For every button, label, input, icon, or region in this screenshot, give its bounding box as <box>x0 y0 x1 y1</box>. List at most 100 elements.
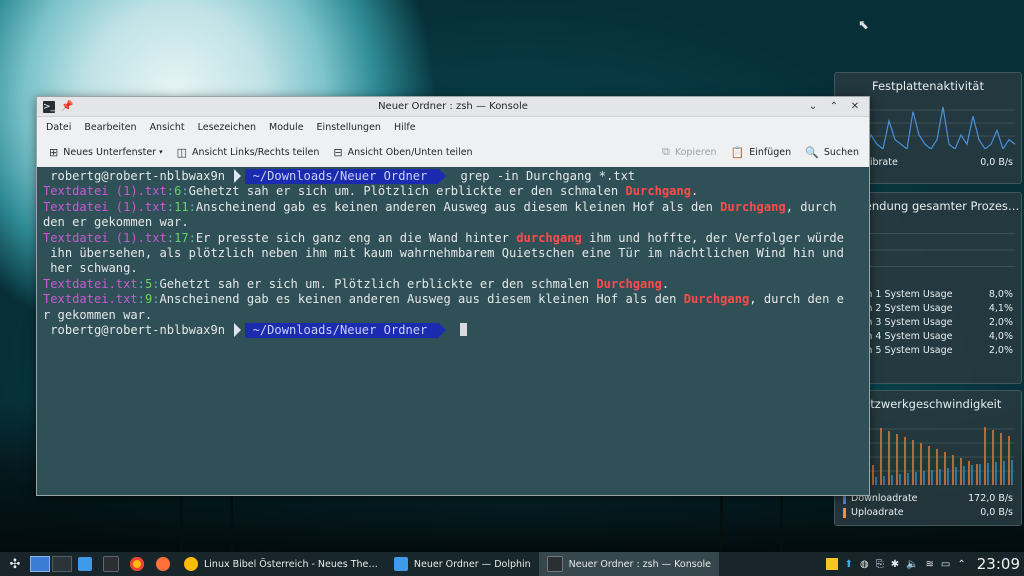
grep-result-wrap: den er gekommen war. <box>43 215 865 230</box>
search-button[interactable]: 🔍 Suchen <box>805 146 859 159</box>
result-match: Durchgang <box>683 292 750 307</box>
task-label: Neuer Ordner — Dolphin <box>413 558 531 570</box>
task-label: Linux Bibel Österreich - Neues The… <box>204 558 378 570</box>
prompt-line: robertg@robert-nblbwax9n ~/Downloads/Neu… <box>43 169 865 185</box>
result-text: ihn übersehen, als plötzlich neben ihm m… <box>43 245 844 260</box>
prompt-user: robertg@robert-nblbwax9n <box>43 322 233 337</box>
result-line-number: 17 <box>174 230 189 245</box>
pin-icon[interactable]: 📌 <box>61 101 73 112</box>
split-vertical-icon: ◫ <box>176 145 188 159</box>
terminal-output[interactable]: robertg@robert-nblbwax9n ~/Downloads/Neu… <box>37 167 869 495</box>
new-tab-icon: ⊞ <box>49 145 59 159</box>
copy-icon: ⧉ <box>661 145 670 158</box>
folder-icon <box>393 557 408 571</box>
separator: : <box>166 199 175 214</box>
task-chrome[interactable]: Linux Bibel Österreich - Neues The… <box>176 552 386 576</box>
separator: : <box>152 276 160 291</box>
new-tab-label: Neues Unterfenster <box>63 146 157 158</box>
network-rate-row: Uploadrate 0,0 B/s <box>835 505 1021 519</box>
cpu-core-value: 8,0% <box>988 289 1013 300</box>
volume-icon[interactable]: 🔈 <box>906 559 918 570</box>
prompt-line: robertg@robert-nblbwax9n ~/Downloads/Neu… <box>43 322 865 339</box>
menu-einstellungen[interactable]: Einstellungen <box>317 122 381 133</box>
wifi-icon[interactable]: ≋ <box>926 559 934 570</box>
result-match: durchgang <box>516 230 582 245</box>
konsole-app-icon[interactable]: >_ <box>43 100 55 113</box>
prompt-user: robertg@robert-nblbwax9n <box>43 169 233 183</box>
clipboard-icon[interactable]: ⎘ <box>876 559 884 570</box>
result-filename: Textdatei.txt <box>43 276 138 291</box>
terminal-cursor <box>460 322 468 336</box>
menu-lesezeichen[interactable]: Lesezeichen <box>198 122 256 133</box>
paste-button[interactable]: 📋 Einfügen <box>730 146 791 159</box>
menubar: Datei Bearbeiten Ansicht Lesezeichen Mod… <box>37 117 869 137</box>
separator: : <box>188 230 196 245</box>
split-top-bottom-label: Ansicht Oben/Unten teilen <box>347 146 473 158</box>
result-match: Durchgang <box>625 184 692 199</box>
window-title: Neuer Ordner : zsh — Konsole <box>378 101 528 112</box>
copy-label: Kopieren <box>674 146 717 158</box>
result-text: Anscheinend gab es keinen anderen Ausweg… <box>159 292 684 307</box>
result-text: , durch den e <box>749 292 844 307</box>
task-label: Neuer Ordner : zsh — Konsole <box>568 558 712 570</box>
grep-result-wrap: ihn übersehen, als plötzlich neben ihm m… <box>43 246 865 261</box>
copy-button[interactable]: ⧉ Kopieren <box>662 145 717 159</box>
menu-bearbeiten[interactable]: Bearbeiten <box>84 122 136 133</box>
grep-result-line: Textdatei.txt:5:Gehetzt sah er sich um. … <box>43 277 865 292</box>
chevron-down-icon: ▾ <box>159 148 163 156</box>
cpu-core-value: 2,0% <box>988 317 1013 328</box>
result-text: den er gekommen war. <box>43 215 189 230</box>
prompt-path: ~/Downloads/Neuer Ordner <box>245 322 446 339</box>
split-top-bottom-button[interactable]: ⊟ Ansicht Oben/Unten teilen <box>333 146 472 159</box>
mouse-cursor-icon: ⬉ <box>858 18 869 33</box>
cpu-core-value: 2,0% <box>988 345 1013 356</box>
separator: : <box>188 199 196 214</box>
notes-icon[interactable] <box>825 558 838 570</box>
menu-hilfe[interactable]: Hilfe <box>394 122 416 133</box>
window-titlebar[interactable]: >_ 📌 Neuer Ordner : zsh — Konsole ⌄ ⌃ ✕ <box>37 97 869 117</box>
result-text: . <box>661 276 670 291</box>
result-text: , durch <box>785 199 837 214</box>
close-icon[interactable]: ✕ <box>849 101 861 112</box>
maximize-icon[interactable]: ⌃ <box>828 101 840 112</box>
network-manager-icon[interactable]: ◍ <box>860 559 869 570</box>
result-filename: Textdatei (1).txt <box>43 230 167 245</box>
legend-swatch <box>843 507 846 518</box>
separator: : <box>137 276 145 291</box>
task-konsole[interactable]: Neuer Ordner : zsh — Konsole <box>538 552 720 576</box>
split-left-right-button[interactable]: ◫ Ansicht Links/Rechts teilen <box>177 146 320 159</box>
menu-ansicht[interactable]: Ansicht <box>150 122 185 133</box>
separator: : <box>137 292 145 307</box>
new-tab-button[interactable]: ⊞ Neues Unterfenster ▾ <box>49 146 163 159</box>
menu-module[interactable]: Module <box>269 122 304 133</box>
task-dolphin[interactable]: Neuer Ordner — Dolphin <box>386 552 539 576</box>
paste-icon: 📋 <box>730 145 745 159</box>
application-launcher-icon[interactable]: ✣ <box>0 552 30 576</box>
dolphin-launcher-icon[interactable] <box>72 552 98 576</box>
result-text: ihm und hoffte, der Verfolger würde <box>581 230 844 245</box>
separator: : <box>152 292 160 307</box>
toolbar: ⊞ Neues Unterfenster ▾ ◫ Ansicht Links/R… <box>37 137 869 168</box>
konsole-launcher-icon[interactable] <box>98 552 124 576</box>
grep-result-wrap: her schwang. <box>43 261 865 276</box>
battery-icon[interactable]: ▭ <box>941 559 950 570</box>
tray-expand-icon[interactable]: ⌃ <box>957 559 965 570</box>
rate-value: 172,0 B/s <box>968 493 1013 504</box>
separator: : <box>181 184 189 199</box>
result-text: r gekommen war. <box>43 307 153 322</box>
chrome-icon <box>184 557 198 571</box>
minimize-icon[interactable]: ⌄ <box>807 101 819 112</box>
pager[interactable] <box>30 552 72 576</box>
update-icon[interactable]: ⬆ <box>845 559 853 570</box>
firefox-launcher-icon[interactable] <box>150 552 176 576</box>
cpu-core-value: 4,0% <box>988 331 1013 342</box>
result-filename: Textdatei.txt <box>43 292 138 307</box>
chrome-launcher-icon[interactable] <box>124 552 150 576</box>
result-text: Gehetzt sah er sich um. Plötzlich erblic… <box>188 184 626 199</box>
menu-datei[interactable]: Datei <box>46 122 71 133</box>
konsole-window[interactable]: >_ 📌 Neuer Ordner : zsh — Konsole ⌄ ⌃ ✕ … <box>36 96 870 496</box>
cpu-core-value: 4,1% <box>988 303 1013 314</box>
clock[interactable]: 23:09 <box>977 555 1020 573</box>
prompt-separator-icon <box>234 322 242 337</box>
bluetooth-icon[interactable]: ✱ <box>891 559 899 570</box>
